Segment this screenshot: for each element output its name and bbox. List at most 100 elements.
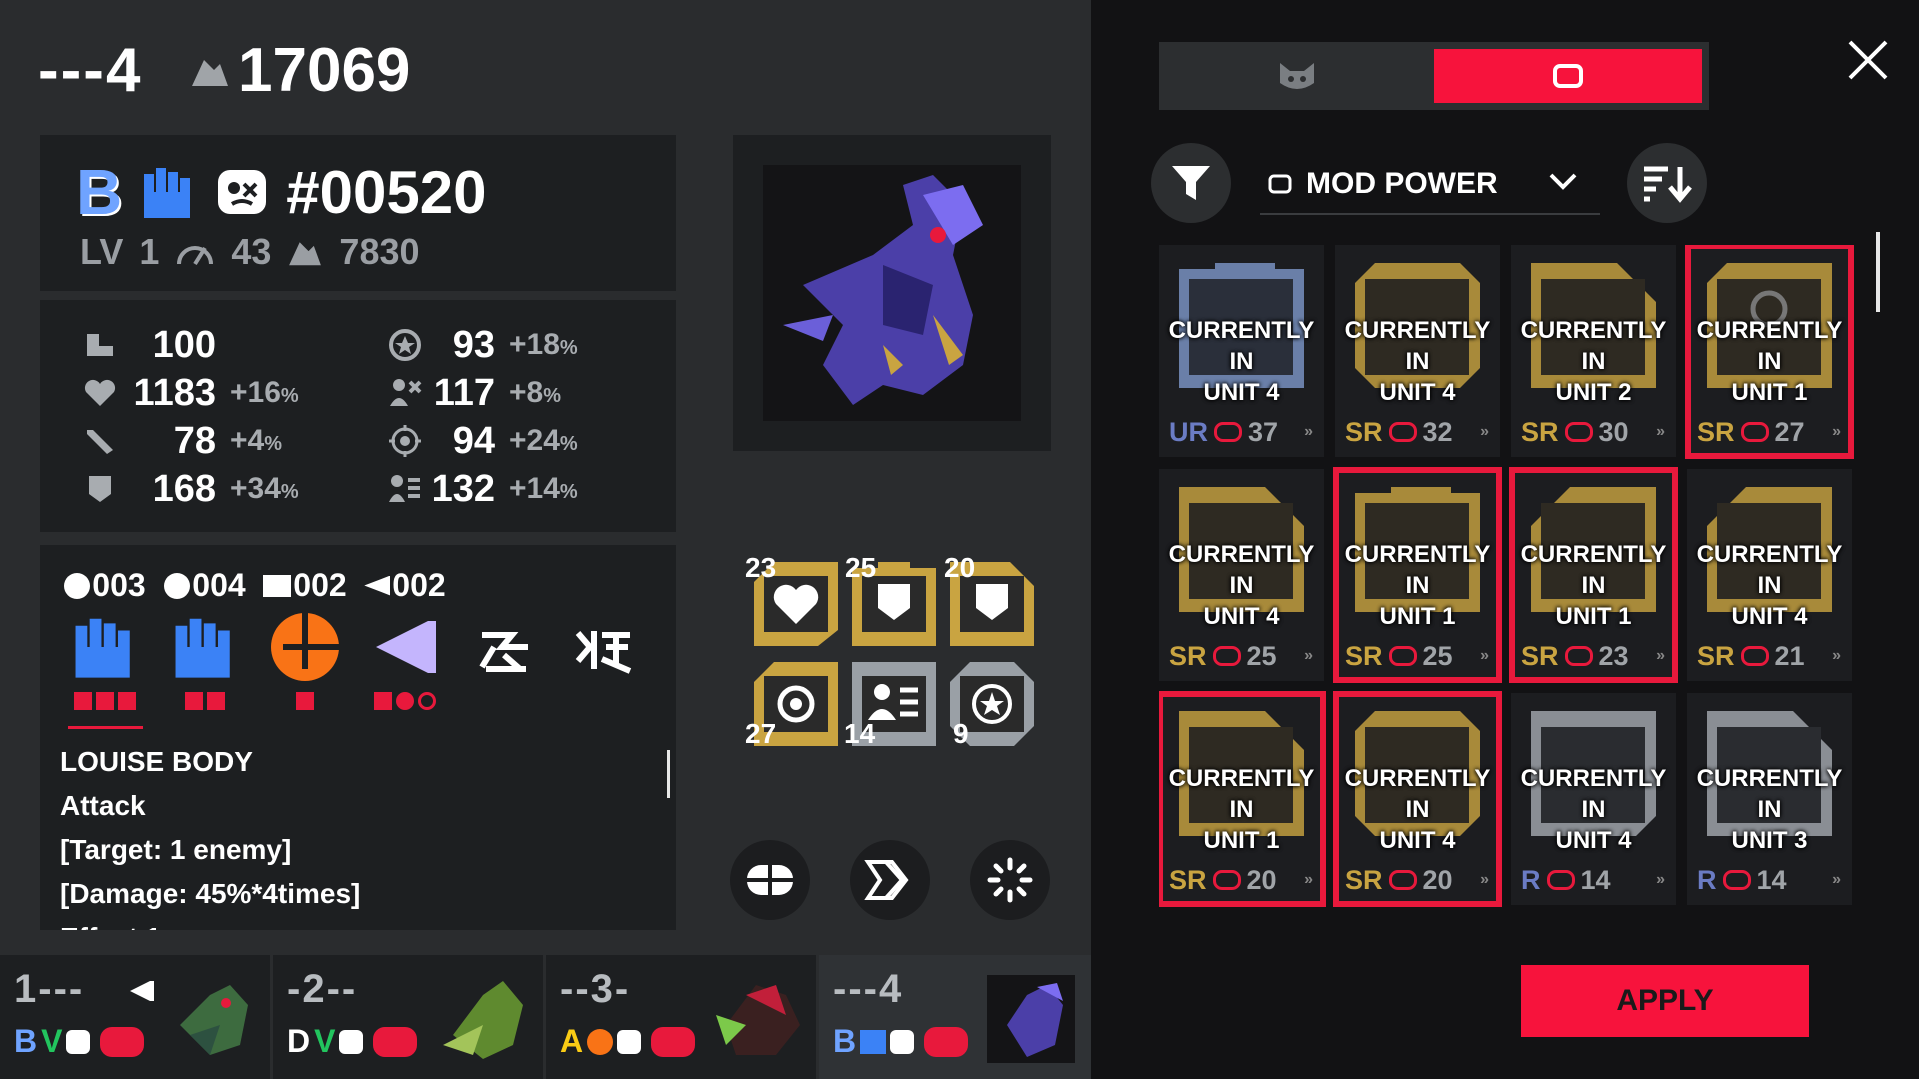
rarity-label: R bbox=[1521, 864, 1541, 895]
flag-icon bbox=[130, 981, 154, 1001]
mod-level: 14 bbox=[1580, 864, 1611, 895]
mod-tile-footer: SR 20 » bbox=[1169, 863, 1319, 897]
mod-tile[interactable]: CURRENTLY IN UNIT 1 SR 25 » bbox=[1333, 467, 1502, 683]
stat-value: 93 bbox=[452, 323, 495, 366]
skill-scrollbar[interactable] bbox=[667, 750, 670, 798]
mod-level: 23 bbox=[745, 552, 777, 583]
rarity-label: SR bbox=[1169, 640, 1207, 671]
more-icon: » bbox=[1304, 871, 1313, 888]
stat-defense: 168 +34% bbox=[80, 467, 299, 510]
mod-badge-icon bbox=[1740, 422, 1769, 442]
apply-button[interactable]: APPLY bbox=[1521, 965, 1809, 1037]
skill-slot-1[interactable]: 003 bbox=[60, 567, 150, 712]
mod-tile[interactable]: CURRENTLY IN UNIT 1 SR 23 » bbox=[1509, 467, 1678, 683]
mod-level: 20 bbox=[1246, 864, 1277, 895]
star-burst-icon bbox=[385, 327, 425, 363]
skill-slot-4[interactable]: 002 bbox=[360, 567, 450, 712]
mask-face-icon bbox=[617, 1029, 642, 1054]
mod-level: 14 bbox=[844, 718, 876, 749]
stat-bonus: +34% bbox=[230, 472, 299, 505]
stat-bonus: +14% bbox=[509, 472, 578, 505]
shield-icon bbox=[80, 471, 120, 507]
sort-descending-icon bbox=[1644, 166, 1692, 203]
mod-tile[interactable]: CURRENTLY IN UNIT 3 R 14 » bbox=[1687, 693, 1852, 905]
forward-button[interactable] bbox=[850, 840, 930, 920]
more-icon: » bbox=[1656, 423, 1665, 440]
stat-value: 168 bbox=[152, 467, 216, 510]
unit-tab-3[interactable]: --3- A bbox=[546, 955, 816, 1079]
skill-effects bbox=[160, 692, 250, 712]
mod-tile-footer: R 14 » bbox=[1697, 863, 1847, 897]
stat-speed: 100 bbox=[80, 324, 216, 366]
pet-info-card: B #00520 LV 1 43 7830 bbox=[40, 135, 676, 291]
more-icon: » bbox=[1480, 423, 1489, 440]
mod-tile-footer: SR 25 » bbox=[1345, 639, 1495, 673]
mod-tile[interactable]: CURRENTLY IN UNIT 4 R 14 » bbox=[1511, 693, 1676, 905]
filter-button[interactable] bbox=[1151, 143, 1231, 223]
close-icon bbox=[1848, 40, 1888, 80]
more-icon: » bbox=[1656, 647, 1665, 664]
more-icon: » bbox=[1480, 647, 1489, 664]
mod-level: 9 bbox=[953, 718, 969, 749]
hand-type-icon bbox=[144, 168, 191, 218]
rarity-label: SR bbox=[1169, 864, 1207, 895]
power-icon bbox=[289, 242, 322, 266]
tab-mods[interactable] bbox=[1434, 49, 1702, 103]
mod-tile[interactable]: CURRENTLY IN UNIT 2 SR 30 » bbox=[1511, 245, 1676, 457]
mod-badge-icon bbox=[1388, 422, 1417, 442]
stat-crit: 117 +8% bbox=[385, 372, 561, 414]
unit-tab-4[interactable]: ---4 B bbox=[819, 955, 1091, 1079]
mod-tile-footer: SR 32 » bbox=[1345, 415, 1495, 449]
mod-level: 37 bbox=[1248, 416, 1279, 447]
mod-tile[interactable]: CURRENTLY IN UNIT 1 SR 20 » bbox=[1159, 691, 1326, 907]
mod-level: 30 bbox=[1598, 416, 1629, 447]
grid-scrollbar[interactable] bbox=[1876, 232, 1880, 312]
unit-tab-1[interactable]: 1--- B V bbox=[0, 955, 270, 1079]
circle-skill-icon bbox=[271, 613, 339, 681]
mod-tile[interactable]: CURRENTLY IN UNIT 1 SR 27 » bbox=[1685, 245, 1854, 459]
unit-icons: B V bbox=[14, 1023, 145, 1060]
mod-tile[interactable]: CURRENTLY IN UNIT 4 UR 37 » bbox=[1159, 245, 1324, 457]
mod-tile[interactable]: CURRENTLY IN UNIT 4 SR 25 » bbox=[1159, 469, 1324, 681]
skill-slot-6[interactable] bbox=[560, 567, 650, 685]
tab-pets[interactable] bbox=[1159, 42, 1434, 110]
skill-line: [Damage: 45%*4times] bbox=[60, 878, 361, 909]
unit-tab-2[interactable]: -2-- D V bbox=[273, 955, 543, 1079]
target-icon bbox=[385, 423, 425, 459]
skill-count: 004 bbox=[192, 567, 246, 603]
currently-in-badge: CURRENTLY IN UNIT 1 bbox=[1168, 765, 1315, 854]
mod-badge-icon bbox=[1564, 646, 1593, 666]
mod-level: 27 bbox=[1774, 416, 1805, 447]
currently-in-badge: CURRENTLY IN UNIT 2 bbox=[1520, 317, 1667, 406]
pet-detail-panel: ---4 17069 B #00520 LV 1 43 7830 100 118… bbox=[0, 0, 1091, 1079]
currently-in-badge: CURRENTLY IN UNIT 4 bbox=[1696, 541, 1843, 630]
rarity-label: R bbox=[1697, 864, 1717, 895]
auto-equip-button[interactable] bbox=[970, 840, 1050, 920]
skill-slot-5[interactable] bbox=[460, 567, 550, 685]
stat-bonus: +16% bbox=[230, 376, 299, 409]
mod-tile-grid: CURRENTLY IN UNIT 4 UR 37 » CURRENTLY IN UNI… bbox=[1159, 245, 1859, 920]
mod-grid-button[interactable] bbox=[730, 840, 810, 920]
skill-slot-3[interactable]: 002 bbox=[260, 567, 350, 712]
sort-order-button[interactable] bbox=[1627, 143, 1707, 223]
sort-dropdown[interactable]: MOD POWER bbox=[1260, 155, 1600, 215]
close-button[interactable] bbox=[1846, 38, 1890, 82]
skill-count: 002 bbox=[293, 567, 347, 603]
mod-tile[interactable]: CURRENTLY IN UNIT 4 SR 20 » bbox=[1333, 691, 1502, 907]
currently-in-badge: CURRENTLY IN UNIT 4 bbox=[1520, 765, 1667, 854]
mod-level: 21 bbox=[1774, 640, 1805, 671]
pet-meta-row: LV 1 43 7830 bbox=[80, 231, 420, 273]
skill-slot-2[interactable]: 004 bbox=[160, 567, 250, 712]
mod-tile[interactable]: CURRENTLY IN UNIT 4 SR 21 » bbox=[1687, 469, 1852, 681]
mask-face-icon bbox=[890, 1029, 915, 1054]
rank-badge: D bbox=[287, 1023, 311, 1059]
mod-level: 20 bbox=[944, 552, 976, 583]
rarity-label: SR bbox=[1521, 416, 1559, 447]
mod-badge-icon bbox=[1388, 870, 1417, 890]
unit-label: -2-- bbox=[287, 967, 358, 1011]
mod-tile[interactable]: CURRENTLY IN UNIT 4 SR 32 » bbox=[1335, 245, 1500, 457]
flag-skill-icon bbox=[376, 621, 436, 673]
slot-title: ---4 bbox=[38, 36, 143, 105]
skill-type-icon bbox=[364, 575, 391, 596]
cat-head-icon bbox=[1279, 63, 1314, 89]
